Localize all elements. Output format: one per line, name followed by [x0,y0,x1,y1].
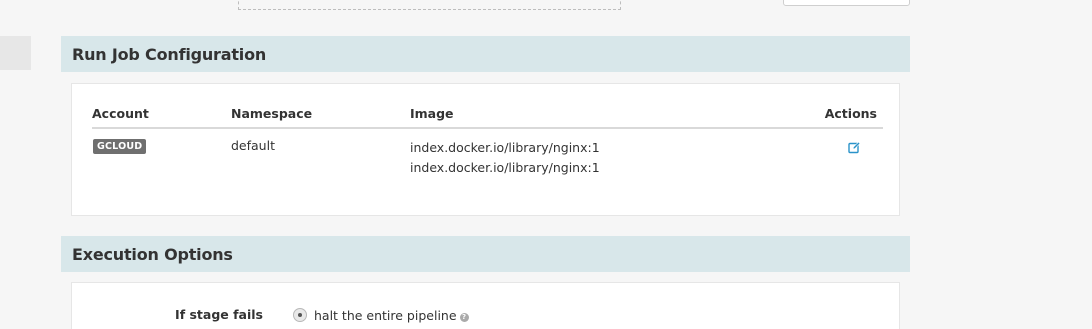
execution-options-title: Execution Options [72,244,233,264]
halt-pipeline-radio[interactable] [293,308,307,322]
dashed-dropzone-fragment [238,0,621,10]
left-nav-fragment[interactable] [0,36,31,70]
column-header-namespace: Namespace [231,106,313,121]
image-cell: index.docker.io/library/nginx:1 index.do… [410,138,600,178]
question-icon[interactable]: ? [459,313,469,322]
if-stage-fails-label: If stage fails [175,307,263,322]
column-header-actions: Actions [824,106,877,121]
namespace-cell: default [231,138,275,153]
image-line: index.docker.io/library/nginx:1 [410,140,600,155]
page: Run Job Configuration Account Namespace … [0,0,1092,329]
execution-options-panel: If stage fails halt the entire pipeline? [71,282,900,329]
halt-pipeline-option[interactable]: halt the entire pipeline? [314,308,469,323]
top-button-fragment[interactable] [783,0,910,6]
run-job-section-header: Run Job Configuration [61,36,910,72]
account-badge: GCLOUD [93,139,147,154]
image-line: index.docker.io/library/nginx:1 [410,160,600,175]
halt-pipeline-label: halt the entire pipeline [314,308,457,323]
column-header-account: Account [92,106,149,121]
execution-options-section-header: Execution Options [61,236,910,272]
table-row: GCLOUD default index.docker.io/library/n… [92,129,883,189]
run-job-title: Run Job Configuration [72,44,267,64]
edit-icon[interactable] [846,139,862,155]
if-stage-fails-row: If stage fails halt the entire pipeline? [72,307,899,327]
run-job-table: Account Namespace Image Actions GCLOUD d… [92,104,883,189]
table-header: Account Namespace Image Actions [92,104,883,129]
column-header-image: Image [410,106,454,121]
run-job-panel: Account Namespace Image Actions GCLOUD d… [71,83,900,216]
